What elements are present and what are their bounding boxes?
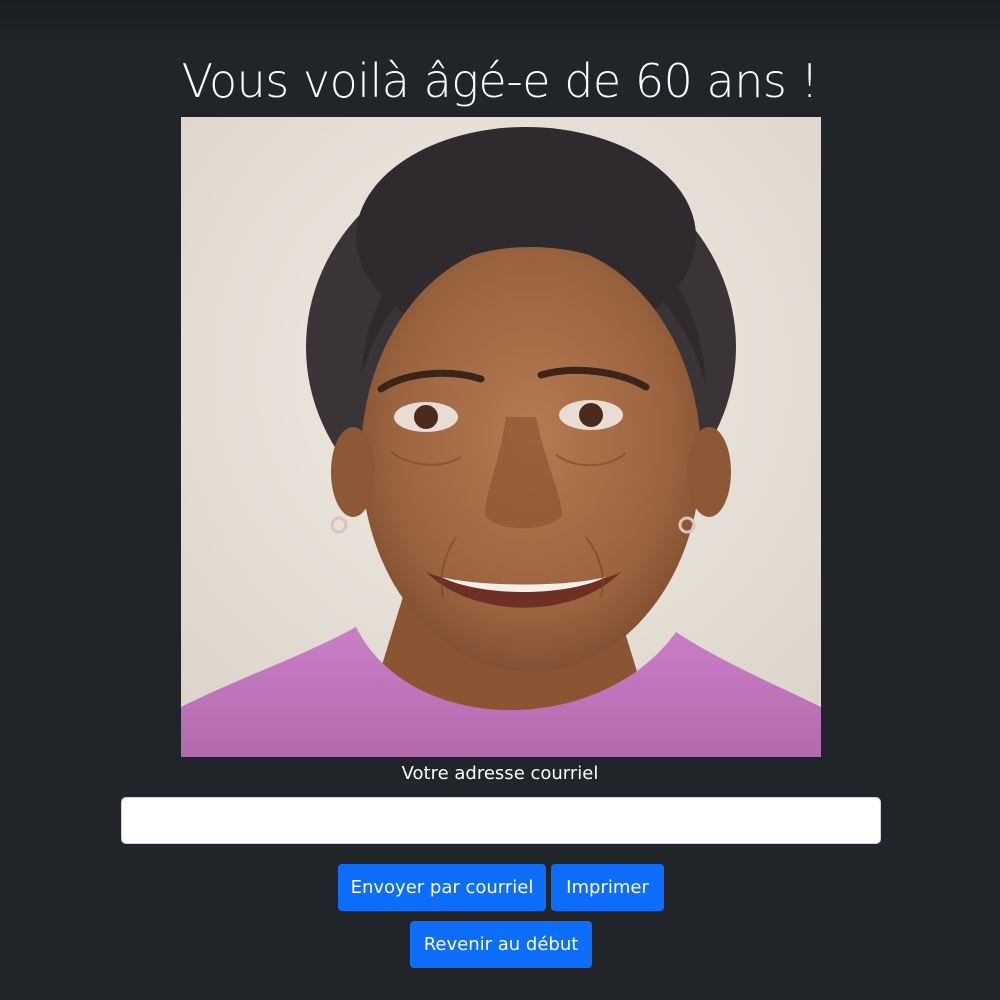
print-button[interactable]: Imprimer	[551, 864, 664, 911]
page: Vous voilà âgé-e de 60 ans ! Votre adres…	[0, 0, 1000, 1000]
portrait-illustration	[181, 117, 821, 757]
send-email-button[interactable]: Envoyer par courriel	[338, 864, 546, 911]
aged-portrait-photo	[181, 117, 821, 757]
email-label: Votre adresse courriel	[401, 763, 599, 784]
email-input[interactable]	[121, 797, 881, 844]
page-title: Vous voilà âgé-e de 60 ans !	[181, 54, 819, 108]
restart-button[interactable]: Revenir au début	[410, 921, 592, 968]
